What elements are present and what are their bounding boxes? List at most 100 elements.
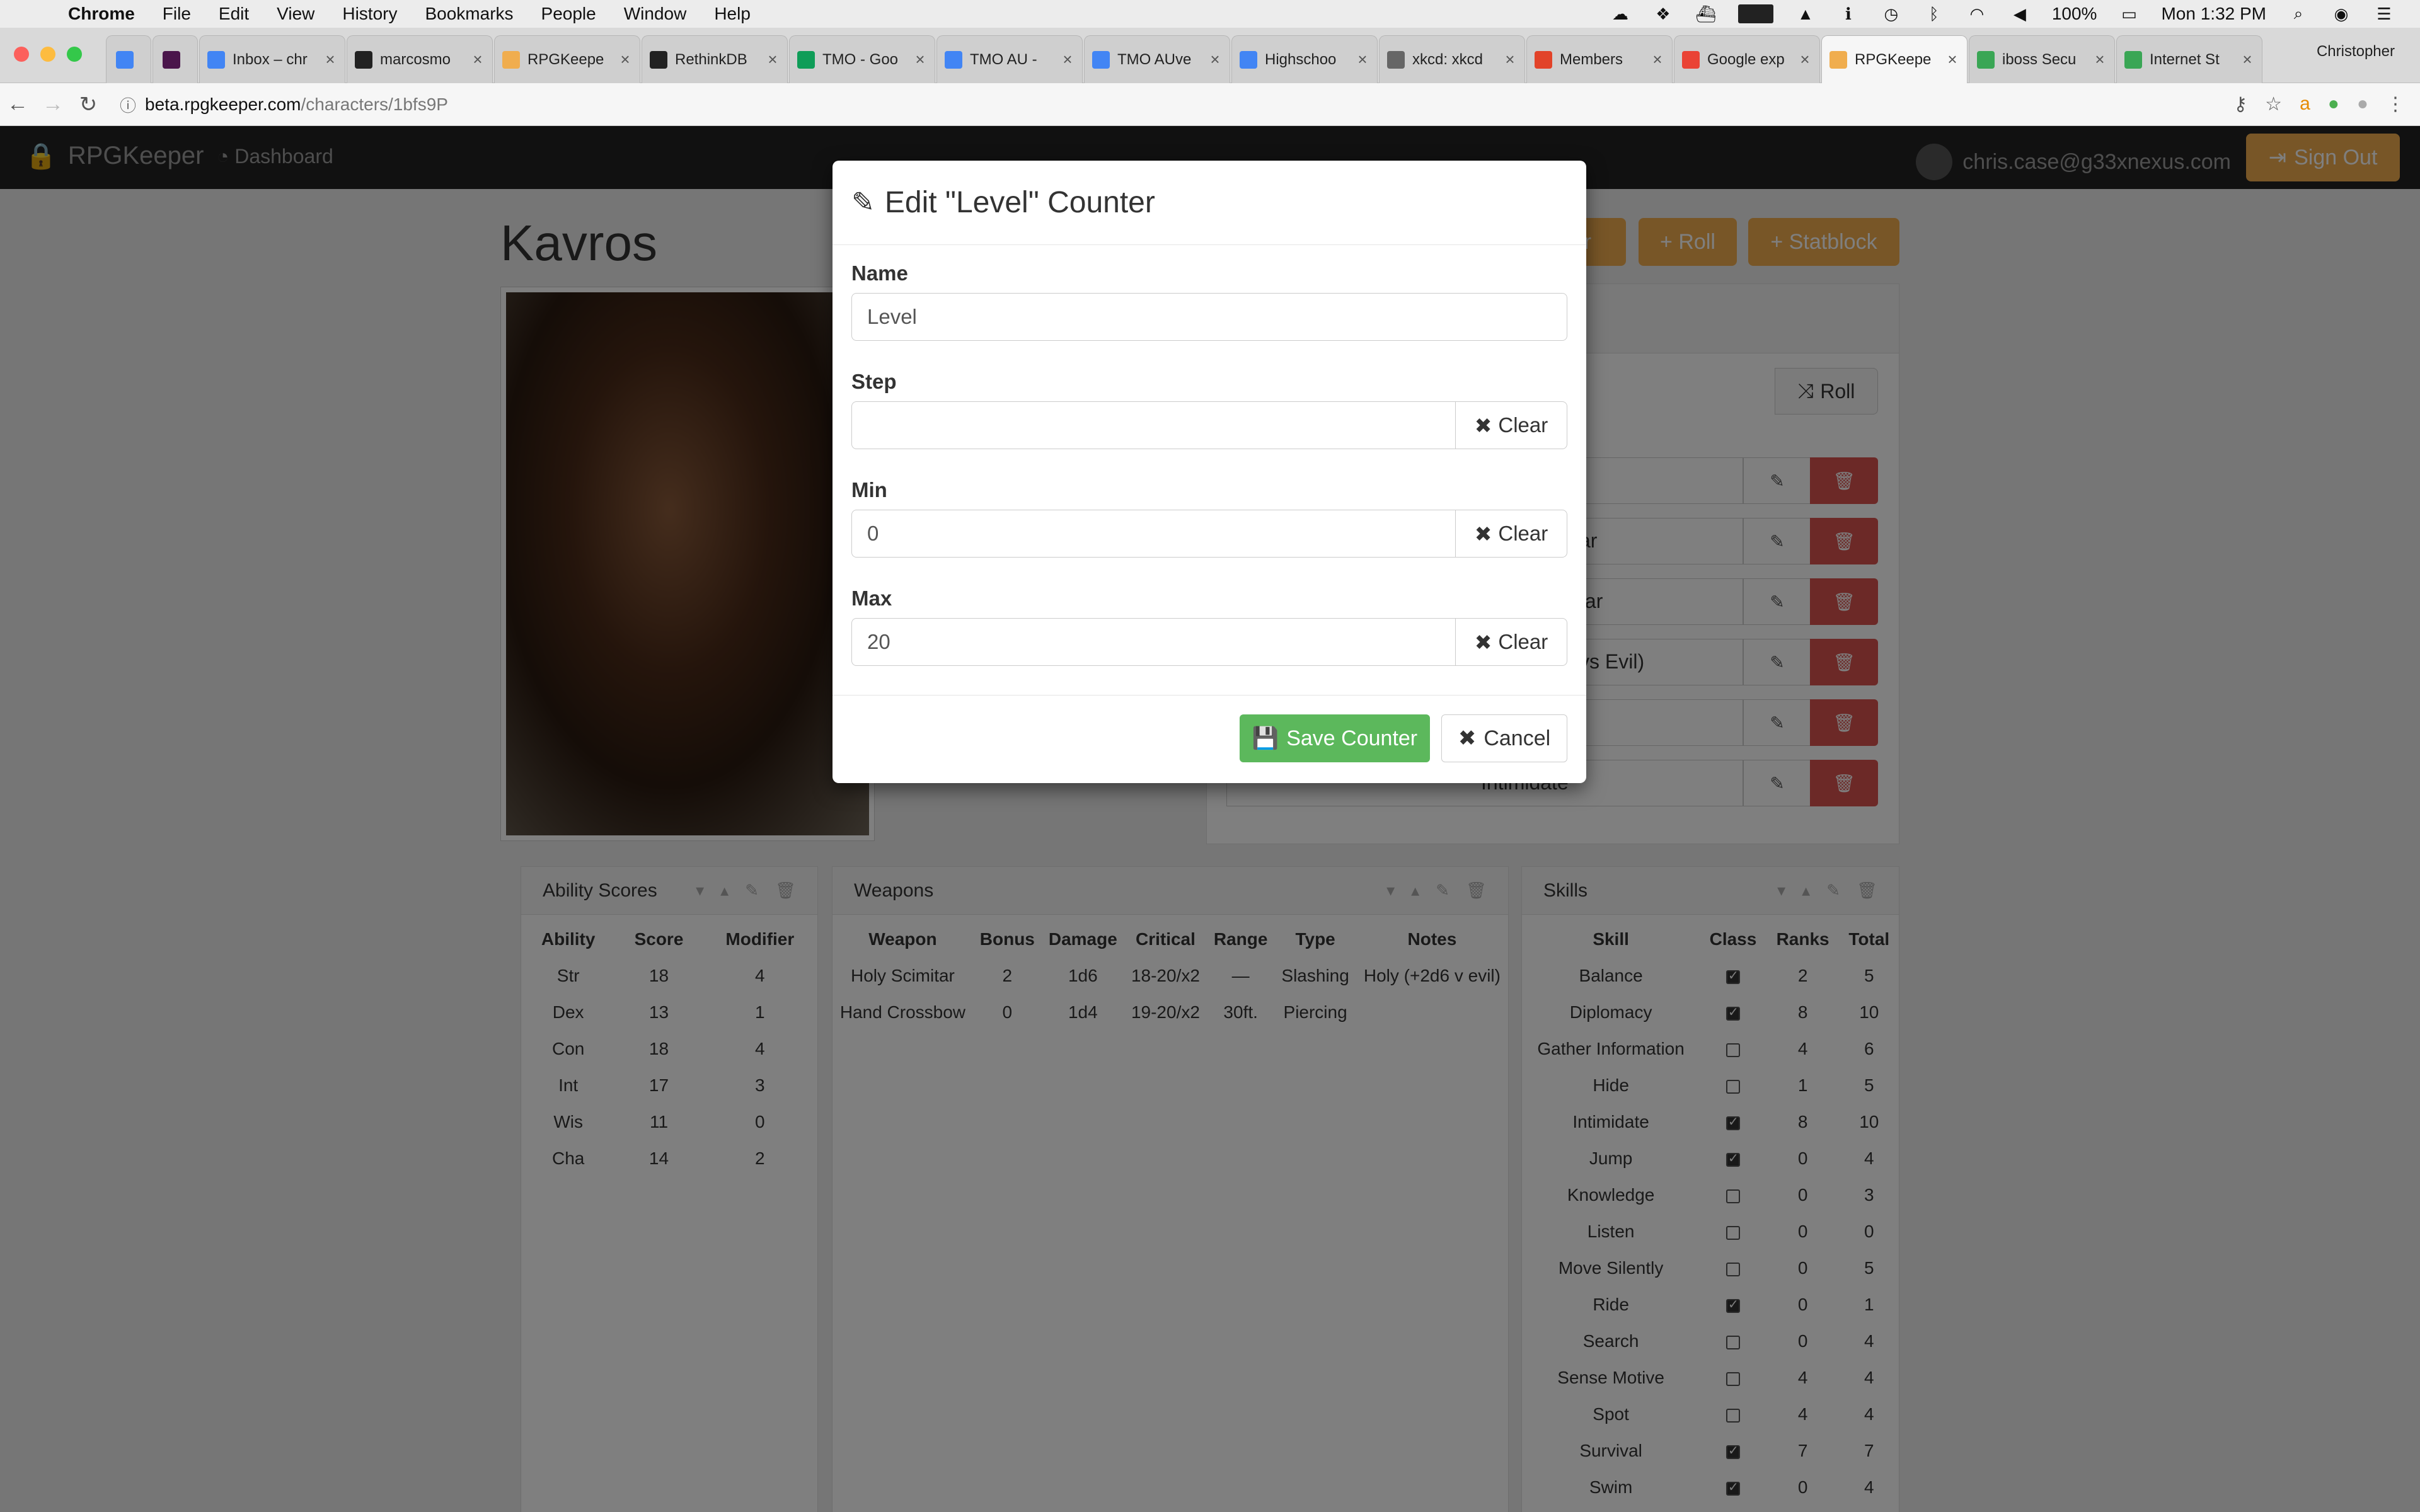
extension-green-icon[interactable]: ● xyxy=(2328,93,2339,115)
close-tab-icon[interactable]: × xyxy=(766,50,780,69)
key-icon[interactable]: ⚷ xyxy=(2233,93,2247,115)
slack-icon xyxy=(163,50,180,69)
browser-tab[interactable]: xkcd: xkcd × xyxy=(1379,35,1525,83)
browser-tab[interactable]: Google exp × xyxy=(1674,35,1820,83)
step-input[interactable] xyxy=(851,401,1456,449)
browser-tab[interactable] xyxy=(153,35,198,83)
docker-icon[interactable]: ⛴ xyxy=(1695,4,1717,23)
browser-tab[interactable]: Inbox – chr × xyxy=(199,35,345,83)
close-tab-icon[interactable]: × xyxy=(471,50,485,69)
close-tab-icon[interactable]: × xyxy=(323,50,337,69)
browser-tab[interactable]: Highschoo × xyxy=(1231,35,1378,83)
name-input[interactable]: Level xyxy=(851,293,1567,341)
menu-help[interactable]: Help xyxy=(700,4,764,24)
rethinkdb-icon xyxy=(650,50,667,69)
url-host: beta.rpgkeeper.com xyxy=(145,94,301,114)
close-icon: ✖ xyxy=(1474,630,1492,654)
bookmark-star-icon[interactable]: ☆ xyxy=(2265,93,2282,115)
dropbox-icon[interactable]: ❖ xyxy=(1652,4,1674,23)
menu-window[interactable]: Window xyxy=(610,4,701,24)
menu-bookmarks[interactable]: Bookmarks xyxy=(411,4,527,24)
browser-tab[interactable]: TMO AUve × xyxy=(1084,35,1230,83)
forward-icon[interactable]: → xyxy=(35,92,71,117)
spotlight-icon[interactable]: ⌕ xyxy=(2288,4,2309,23)
address-bar[interactable]: ⓘ beta.rpgkeeper.com/characters/1bfs9P xyxy=(120,89,2281,120)
close-tab-icon[interactable]: × xyxy=(2093,50,2107,69)
close-tab-icon[interactable]: × xyxy=(1208,50,1222,69)
menu-edit[interactable]: Edit xyxy=(205,4,263,24)
min-input[interactable]: 0 xyxy=(851,510,1456,558)
battery-icon[interactable]: ▭ xyxy=(2118,4,2140,23)
extension-gray-icon[interactable]: ● xyxy=(2357,93,2368,115)
browser-tab[interactable]: RPGKeepe × xyxy=(1821,35,1968,83)
gitlab-icon xyxy=(1535,50,1552,69)
close-tab-icon[interactable]: × xyxy=(1356,50,1369,69)
close-tab-icon[interactable]: × xyxy=(618,50,632,69)
edit-counter-modal: ✎ Edit "Level" Counter Name Level Step ✖… xyxy=(833,161,1586,783)
browser-tab[interactable]: TMO - Goo × xyxy=(789,35,935,83)
max-clear-button[interactable]: ✖ Clear xyxy=(1455,618,1567,666)
save-counter-button[interactable]: 💾 Save Counter xyxy=(1240,714,1430,762)
close-tab-icon[interactable]: × xyxy=(913,50,927,69)
time-machine-icon[interactable]: ◷ xyxy=(1881,4,1902,23)
browser-tab[interactable]: TMO AU - × xyxy=(936,35,1083,83)
window-close-button[interactable] xyxy=(14,47,29,62)
notification-center-icon[interactable]: ☰ xyxy=(2373,4,2395,23)
window-zoom-button[interactable] xyxy=(67,47,82,62)
battery-percent[interactable]: 100% xyxy=(2052,4,2097,24)
tab-title: Highschoo xyxy=(1265,50,1337,68)
volume-icon[interactable]: ◀ xyxy=(2009,4,2031,23)
menu-history[interactable]: History xyxy=(328,4,411,24)
siri-icon[interactable]: ◉ xyxy=(2331,4,2352,23)
window-minimize-button[interactable] xyxy=(40,47,55,62)
back-icon[interactable]: ← xyxy=(0,92,35,117)
internet-icon xyxy=(2124,50,2142,69)
close-tab-icon[interactable]: × xyxy=(1061,50,1075,69)
menu-app-name[interactable]: Chrome xyxy=(68,4,149,24)
bluetooth-icon[interactable]: ᛒ xyxy=(1923,4,1945,23)
step-form-group: Step ✖ Clear xyxy=(851,370,1567,449)
cancel-button[interactable]: ✖ Cancel xyxy=(1441,714,1567,762)
google-icon xyxy=(1682,50,1700,69)
browser-tab[interactable] xyxy=(106,35,151,83)
browser-tab[interactable]: Members × xyxy=(1526,35,1673,83)
browser-tab[interactable]: RethinkDB × xyxy=(642,35,788,83)
name-label: Name xyxy=(851,261,908,285)
max-label: Max xyxy=(851,587,892,610)
profile-name[interactable]: Christopher xyxy=(2317,43,2395,60)
menubar-app-icon[interactable] xyxy=(1737,4,1773,23)
close-tab-icon[interactable]: × xyxy=(1651,50,1664,69)
tab-title: Google exp xyxy=(1707,50,1785,68)
wifi-icon[interactable]: ◠ xyxy=(1966,4,1988,23)
modal-footer: 💾 Save Counter ✖ Cancel xyxy=(833,695,1586,783)
google-docs-icon xyxy=(945,50,962,69)
menu-file[interactable]: File xyxy=(149,4,205,24)
step-clear-button[interactable]: ✖ Clear xyxy=(1455,401,1567,449)
menu-people[interactable]: People xyxy=(527,4,610,24)
browser-tab[interactable]: marcosmo × xyxy=(347,35,493,83)
min-label: Min xyxy=(851,478,887,501)
tab-title: RPGKeepe xyxy=(1855,50,1932,68)
close-tab-icon[interactable]: × xyxy=(2240,50,2254,69)
chrome-menu-icon[interactable]: ⋮ xyxy=(2386,93,2405,115)
macos-menu-bar: Chrome File Edit View History Bookmarks … xyxy=(0,0,2420,28)
browser-tab[interactable]: iboss Secu × xyxy=(1969,35,2115,83)
google-drive-icon[interactable]: ▲ xyxy=(1795,4,1816,23)
new-tab-button[interactable] xyxy=(2264,35,2308,83)
max-input[interactable]: 20 xyxy=(851,618,1456,666)
browser-tab[interactable]: Internet St × xyxy=(2116,35,2262,83)
reload-icon[interactable]: ↻ xyxy=(71,92,106,117)
site-info-icon[interactable]: ⓘ xyxy=(120,93,136,117)
min-clear-button[interactable]: ✖ Clear xyxy=(1455,510,1567,558)
creative-cloud-icon[interactable]: ☁ xyxy=(1610,4,1631,23)
close-tab-icon[interactable]: × xyxy=(1798,50,1812,69)
menubar-clock[interactable]: Mon 1:32 PM xyxy=(2161,4,2266,24)
close-tab-icon[interactable]: × xyxy=(1945,50,1959,69)
menu-view[interactable]: View xyxy=(263,4,328,24)
info-icon[interactable]: ℹ xyxy=(1838,4,1859,23)
amazon-extension-icon[interactable]: a xyxy=(2300,93,2310,115)
browser-tab[interactable]: RPGKeepe × xyxy=(494,35,640,83)
clear-label: Clear xyxy=(1498,522,1548,545)
close-tab-icon[interactable]: × xyxy=(1503,50,1517,69)
modal-title: Edit "Level" Counter xyxy=(884,186,1155,219)
